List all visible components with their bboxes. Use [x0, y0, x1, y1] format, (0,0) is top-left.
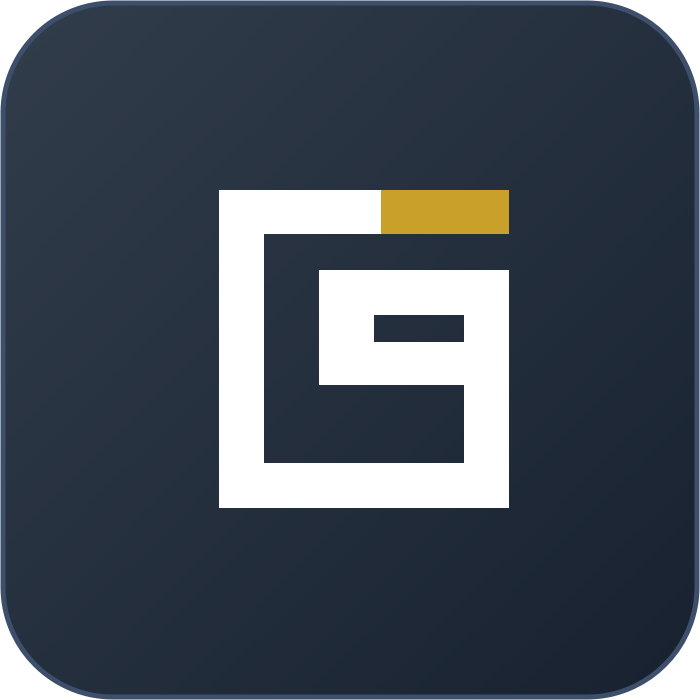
- app-icon[interactable]: [0, 0, 700, 700]
- app-logo-icon: [0, 0, 700, 700]
- logo-accent: [381, 190, 509, 234]
